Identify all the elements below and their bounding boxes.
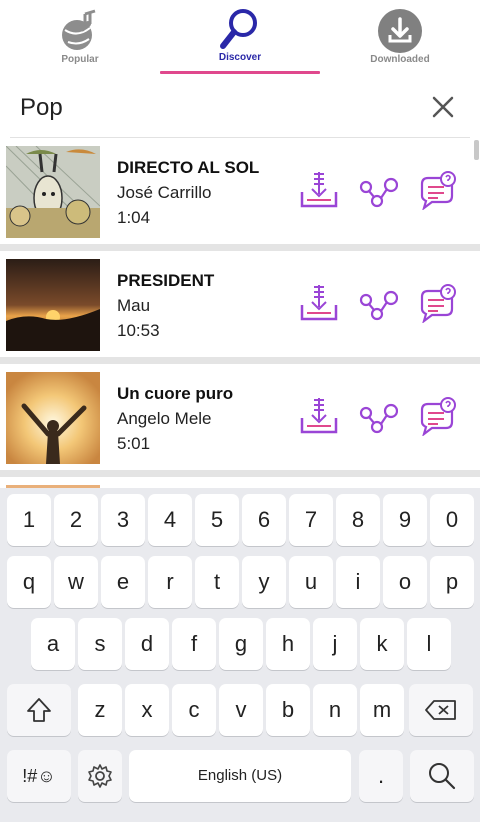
space-key[interactable]: English (US) xyxy=(129,750,351,802)
key[interactable]: r xyxy=(148,556,192,608)
key[interactable]: g xyxy=(219,618,263,670)
key[interactable]: x xyxy=(125,684,169,736)
key[interactable]: y xyxy=(242,556,286,608)
song-row[interactable]: DIRECTO AL SOL José Carrillo 1:04 xyxy=(0,138,480,244)
key[interactable]: s xyxy=(78,618,122,670)
key[interactable]: 2 xyxy=(54,494,98,546)
scrollbar[interactable] xyxy=(474,140,479,160)
key[interactable]: m xyxy=(360,684,404,736)
key[interactable]: c xyxy=(172,684,216,736)
key[interactable]: w xyxy=(54,556,98,608)
key[interactable]: d xyxy=(125,618,169,670)
music-note-globe-icon xyxy=(62,9,96,50)
download-icon xyxy=(378,9,422,53)
gear-icon xyxy=(88,764,112,788)
backspace-key[interactable] xyxy=(409,684,473,736)
key[interactable]: a xyxy=(31,618,75,670)
key[interactable]: 8 xyxy=(336,494,380,546)
key[interactable]: k xyxy=(360,618,404,670)
download-icon[interactable] xyxy=(299,170,339,210)
share-icon[interactable] xyxy=(358,170,398,210)
key[interactable]: 6 xyxy=(242,494,286,546)
shift-icon xyxy=(27,698,51,722)
comment-question-icon[interactable] xyxy=(418,283,458,323)
search-icon xyxy=(429,763,456,790)
key[interactable]: u xyxy=(289,556,333,608)
download-icon[interactable] xyxy=(299,396,339,436)
search-key[interactable] xyxy=(410,750,474,802)
tab-discover[interactable]: Discover xyxy=(160,0,320,78)
key[interactable]: h xyxy=(266,618,310,670)
search-icon xyxy=(220,9,257,49)
key[interactable]: 5 xyxy=(195,494,239,546)
download-icon[interactable] xyxy=(299,283,339,323)
key[interactable]: z xyxy=(78,684,122,736)
song-duration: 1:04 xyxy=(117,208,151,227)
tab-popular-label: Popular xyxy=(61,54,99,65)
tab-discover-label: Discover xyxy=(218,52,262,63)
search-bar xyxy=(0,80,480,136)
tab-bar: Popular Discover Downloaded xyxy=(0,0,480,78)
tab-popular[interactable]: Popular xyxy=(0,0,160,78)
key[interactable]: 4 xyxy=(148,494,192,546)
key[interactable]: 9 xyxy=(383,494,427,546)
album-cover xyxy=(6,372,100,464)
period-key[interactable]: . xyxy=(359,750,403,802)
share-icon[interactable] xyxy=(358,396,398,436)
album-cover xyxy=(6,259,100,351)
key[interactable]: n xyxy=(313,684,357,736)
comment-question-icon[interactable] xyxy=(418,396,458,436)
key[interactable]: f xyxy=(172,618,216,670)
song-title: DIRECTO AL SOL xyxy=(117,158,260,177)
tab-downloaded[interactable]: Downloaded xyxy=(320,0,480,78)
key[interactable]: 7 xyxy=(289,494,333,546)
key[interactable]: 1 xyxy=(7,494,51,546)
album-cover xyxy=(6,146,100,238)
key[interactable]: p xyxy=(430,556,474,608)
song-duration: 5:01 xyxy=(117,434,151,453)
close-icon[interactable] xyxy=(426,90,460,124)
key[interactable]: j xyxy=(313,618,357,670)
backspace-icon xyxy=(425,700,456,720)
key[interactable]: 0 xyxy=(430,494,474,546)
key[interactable]: e xyxy=(101,556,145,608)
shift-key[interactable] xyxy=(7,684,71,736)
key[interactable]: v xyxy=(219,684,263,736)
song-row[interactable]: PRESIDENT Mau 10:53 xyxy=(0,251,480,357)
key[interactable]: 3 xyxy=(101,494,145,546)
comment-question-icon[interactable] xyxy=(418,170,458,210)
song-duration: 10:53 xyxy=(117,321,160,340)
song-artist: Angelo Mele xyxy=(117,409,212,428)
song-row[interactable] xyxy=(0,477,480,488)
settings-key[interactable] xyxy=(78,750,122,802)
song-artist: Mau xyxy=(117,296,151,315)
key[interactable]: o xyxy=(383,556,427,608)
search-input[interactable] xyxy=(20,90,400,126)
tab-downloaded-label: Downloaded xyxy=(370,54,430,65)
key[interactable]: t xyxy=(195,556,239,608)
song-artist: José Carrillo xyxy=(117,183,212,202)
key[interactable]: i xyxy=(336,556,380,608)
song-title: Un cuore puro xyxy=(117,384,234,403)
symbols-key[interactable]: !#☺ xyxy=(7,750,71,802)
song-row[interactable]: Un cuore puro Angelo Mele 5:01 xyxy=(0,364,480,470)
key[interactable]: b xyxy=(266,684,310,736)
key[interactable]: q xyxy=(7,556,51,608)
share-icon[interactable] xyxy=(358,283,398,323)
active-tab-indicator xyxy=(160,71,320,74)
on-screen-keyboard: 1 2 3 4 5 6 7 8 9 0 q w e r t y u i o p … xyxy=(0,488,480,822)
song-list: DIRECTO AL SOL José Carrillo 1:04 PRESID… xyxy=(0,138,480,488)
song-title: PRESIDENT xyxy=(117,271,215,290)
key[interactable]: l xyxy=(407,618,451,670)
